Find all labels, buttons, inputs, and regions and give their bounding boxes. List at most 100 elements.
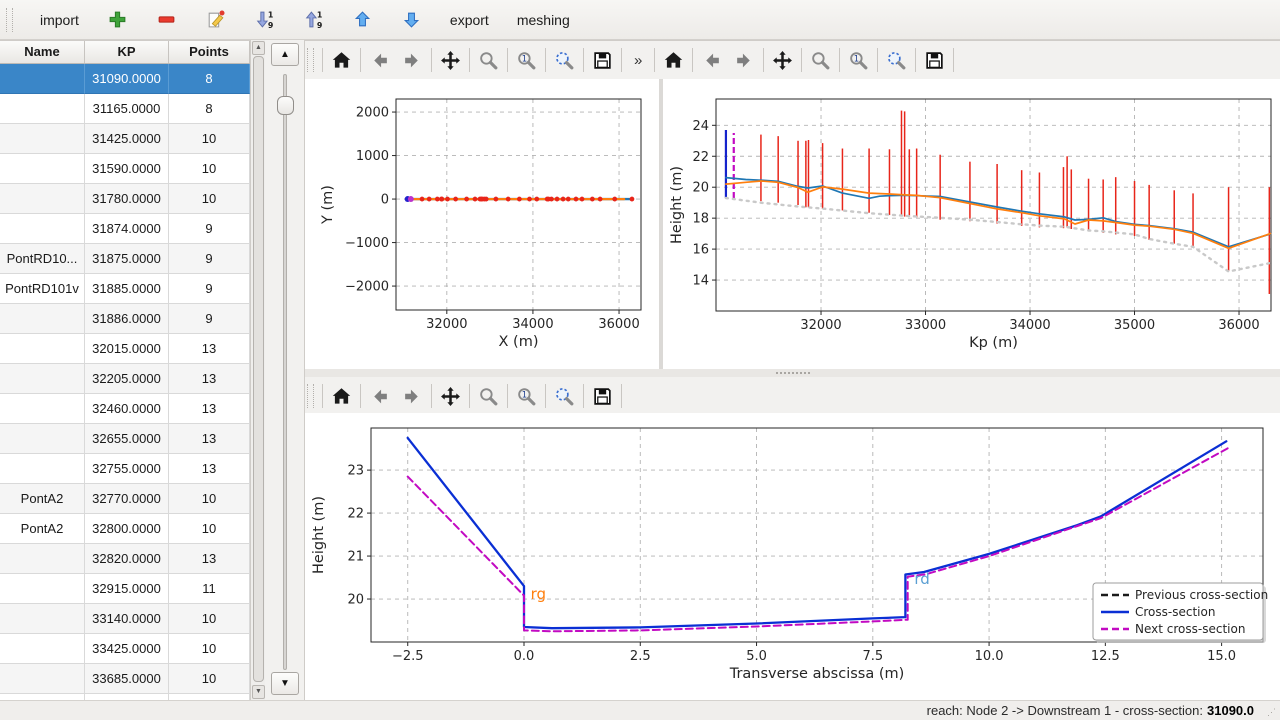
name-cell[interactable] bbox=[0, 334, 85, 364]
remove-cross-section-button[interactable] bbox=[149, 6, 184, 33]
table-row[interactable]: 32820.000013 bbox=[0, 544, 250, 574]
points-cell[interactable]: 10 bbox=[169, 184, 250, 214]
name-cell[interactable] bbox=[0, 454, 85, 484]
table-row[interactable]: 32015.000013 bbox=[0, 334, 250, 364]
toolbar-overflow-chevron[interactable]: » bbox=[624, 52, 652, 69]
cross-section-chart[interactable]: −2.50.02.55.07.510.012.515.020212223Tran… bbox=[305, 413, 1280, 701]
sort-descending-button[interactable]: 19 bbox=[247, 6, 282, 33]
kp-cell[interactable]: 32015.0000 bbox=[85, 334, 169, 364]
profile-zoom-select-button[interactable]: 1 bbox=[842, 46, 875, 74]
kp-cell[interactable]: 31886.0000 bbox=[85, 304, 169, 334]
scrollbar-thumb[interactable] bbox=[253, 56, 264, 682]
name-cell[interactable] bbox=[0, 124, 85, 154]
plan-zoom-select-button[interactable]: 1 bbox=[510, 46, 543, 74]
kp-cell[interactable]: 32800.0000 bbox=[85, 514, 169, 544]
scrollbar-down-button[interactable]: ▼ bbox=[252, 685, 265, 699]
name-cell[interactable] bbox=[0, 424, 85, 454]
profile-back-button[interactable] bbox=[695, 46, 728, 74]
table-row[interactable]: PontA232800.000010 bbox=[0, 514, 250, 544]
previous-section-button[interactable]: ▲ bbox=[271, 43, 299, 66]
points-cell[interactable]: 13 bbox=[169, 394, 250, 424]
points-cell[interactable]: 9 bbox=[169, 244, 250, 274]
kp-cell[interactable]: 32205.0000 bbox=[85, 364, 169, 394]
points-cell[interactable]: 11 bbox=[169, 574, 250, 604]
points-cell[interactable]: 10 bbox=[169, 154, 250, 184]
next-section-button[interactable]: ▼ bbox=[271, 672, 299, 695]
profile-forward-button[interactable] bbox=[728, 46, 761, 74]
kp-cell[interactable]: 31780.0000 bbox=[85, 184, 169, 214]
plan-back-button[interactable] bbox=[363, 46, 396, 74]
column-header-kp[interactable]: KP bbox=[85, 41, 169, 63]
import-button[interactable]: import bbox=[33, 9, 86, 31]
name-cell[interactable] bbox=[0, 634, 85, 664]
longitudinal-profile-chart[interactable]: 3200033000340003500036000141618202224Kp … bbox=[663, 79, 1280, 369]
name-cell[interactable] bbox=[0, 364, 85, 394]
name-cell[interactable]: PontA2 bbox=[0, 514, 85, 544]
points-cell[interactable]: 10 bbox=[169, 124, 250, 154]
table-row[interactable]: 31886.00009 bbox=[0, 304, 250, 334]
name-cell[interactable]: PontA2 bbox=[0, 484, 85, 514]
meshing-button[interactable]: meshing bbox=[510, 9, 577, 31]
cross-section-forward-button[interactable] bbox=[396, 382, 429, 410]
points-cell[interactable]: 10 bbox=[169, 664, 250, 694]
name-cell[interactable] bbox=[0, 214, 85, 244]
name-cell[interactable]: PontRD101v bbox=[0, 274, 85, 304]
name-cell[interactable] bbox=[0, 304, 85, 334]
plan-forward-button[interactable] bbox=[396, 46, 429, 74]
plan-pan-button[interactable] bbox=[434, 46, 467, 74]
points-cell[interactable]: 13 bbox=[169, 454, 250, 484]
export-button[interactable]: export bbox=[443, 9, 496, 31]
kp-cell[interactable]: 32915.0000 bbox=[85, 574, 169, 604]
kp-cell[interactable]: 31590.0000 bbox=[85, 154, 169, 184]
plan-home-button[interactable] bbox=[325, 46, 358, 74]
points-cell[interactable]: 8 bbox=[169, 64, 250, 94]
points-cell[interactable]: 13 bbox=[169, 544, 250, 574]
points-cell[interactable]: 13 bbox=[169, 364, 250, 394]
profile-pan-button[interactable] bbox=[766, 46, 799, 74]
kp-cell[interactable]: 31874.0000 bbox=[85, 214, 169, 244]
add-cross-section-button[interactable] bbox=[100, 6, 135, 33]
table-header[interactable]: Name KP Points bbox=[0, 41, 250, 64]
column-header-name[interactable]: Name bbox=[0, 41, 85, 63]
plan-zoom-button[interactable] bbox=[472, 46, 505, 74]
profile-zoom-fit-button[interactable] bbox=[880, 46, 913, 74]
table-row[interactable]: 31780.000010 bbox=[0, 184, 250, 214]
cross-section-zoom-fit-button[interactable] bbox=[548, 382, 581, 410]
move-down-button[interactable] bbox=[394, 6, 429, 33]
points-cell[interactable]: 9 bbox=[169, 304, 250, 334]
kp-cell[interactable]: 31425.0000 bbox=[85, 124, 169, 154]
table-row[interactable]: 33685.000010 bbox=[0, 664, 250, 694]
toolbar-grip[interactable] bbox=[6, 8, 13, 32]
edit-cross-section-button[interactable] bbox=[198, 6, 233, 33]
table-row[interactable]: 32915.000011 bbox=[0, 574, 250, 604]
table-row[interactable]: 31090.00008 bbox=[0, 64, 250, 94]
cross-section-zoom-select-button[interactable]: 1 bbox=[510, 382, 543, 410]
table-row[interactable]: 33140.000010 bbox=[0, 604, 250, 634]
table-row[interactable]: 32655.000013 bbox=[0, 424, 250, 454]
kp-cell[interactable]: 31885.0000 bbox=[85, 274, 169, 304]
cross-section-save-button[interactable] bbox=[586, 382, 619, 410]
points-cell[interactable]: 10 bbox=[169, 634, 250, 664]
name-cell[interactable] bbox=[0, 604, 85, 634]
table-row[interactable]: 32755.000013 bbox=[0, 454, 250, 484]
points-cell[interactable]: 13 bbox=[169, 424, 250, 454]
table-row[interactable]: 31165.00008 bbox=[0, 94, 250, 124]
name-cell[interactable] bbox=[0, 574, 85, 604]
name-cell[interactable] bbox=[0, 394, 85, 424]
points-cell[interactable]: 10 bbox=[169, 484, 250, 514]
table-row[interactable]: 31874.00009 bbox=[0, 214, 250, 244]
points-cell[interactable]: 10 bbox=[169, 604, 250, 634]
name-cell[interactable] bbox=[0, 664, 85, 694]
table-row[interactable]: 33425.000010 bbox=[0, 634, 250, 664]
table-row[interactable]: PontRD10...31875.00009 bbox=[0, 244, 250, 274]
table-row[interactable]: PontA232770.000010 bbox=[0, 484, 250, 514]
points-cell[interactable]: 10 bbox=[169, 514, 250, 544]
profile-home-button[interactable] bbox=[657, 46, 690, 74]
table-row[interactable]: 32460.000013 bbox=[0, 394, 250, 424]
points-cell[interactable]: 13 bbox=[169, 334, 250, 364]
name-cell[interactable] bbox=[0, 64, 85, 94]
window-resize-grip[interactable]: ⋰ bbox=[1267, 707, 1277, 718]
plan-save-button[interactable] bbox=[586, 46, 619, 74]
section-slider-track[interactable] bbox=[283, 74, 287, 670]
kp-cell[interactable]: 33140.0000 bbox=[85, 604, 169, 634]
